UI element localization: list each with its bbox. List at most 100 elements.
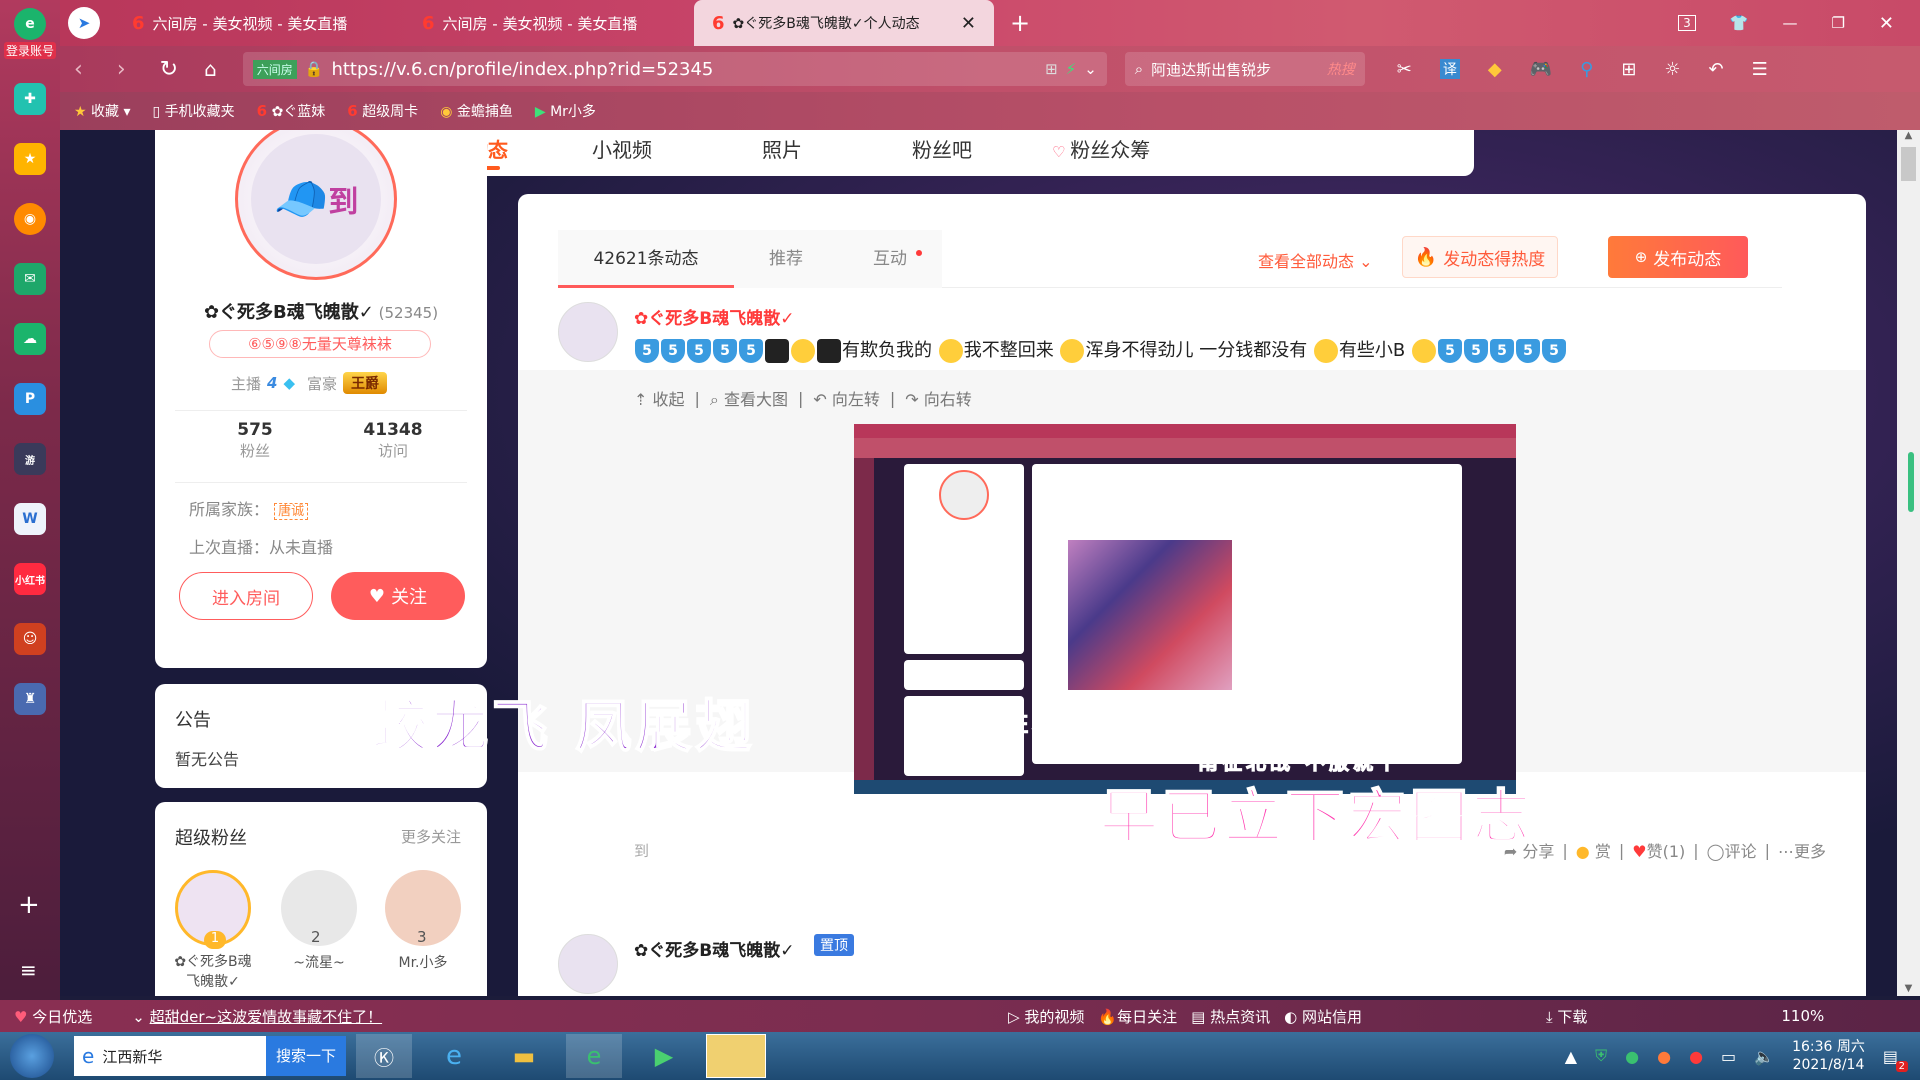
close-window-icon[interactable]: ✕ [1879,13,1894,34]
tray-expand-icon[interactable]: ▲ [1565,1047,1577,1066]
more-action[interactable]: ⋯更多 [1778,838,1826,862]
taskbar-search[interactable]: e 江西新华 搜索一下 [74,1036,346,1076]
rotate-left-action[interactable]: ↶ 向左转 [813,386,880,410]
translate-icon[interactable]: 译 [1439,59,1460,79]
feed-tab-all[interactable]: 42621条动态 [558,230,734,288]
more-menu-icon[interactable]: ☰ [1752,59,1768,80]
undo-icon[interactable]: ↶ [1709,59,1724,80]
gamepad-icon[interactable]: 🎮 [1530,59,1552,80]
news-ticker[interactable]: ⌄ 超甜der~这波爱情故事藏不住了！ [132,1006,382,1027]
xiaohongshu-icon[interactable]: 小红书 [14,563,46,595]
menu-icon[interactable]: ≡ [20,958,37,982]
post-author[interactable]: ✿ぐ死多B魂飞魄散✓ [634,936,794,961]
taskbar-app-chat[interactable] [706,1034,766,1078]
reward-action[interactable]: ● 赏 [1576,838,1611,862]
chevron-down-icon[interactable]: ⌄ [1084,60,1097,78]
new-tab-button[interactable]: + [1010,9,1030,37]
post-author[interactable]: ✿ぐ死多B魂飞魄散✓ [634,304,794,329]
view-large-action[interactable]: ⌕ 查看大图 [710,386,788,410]
fan-item[interactable]: 3 Mr.小多 [383,870,463,972]
site-credit-link[interactable]: ◐ 网站信用 [1284,1006,1362,1027]
tab-liujianfang-1[interactable]: 6 六间房 - 美女视频 - 美女直播 [114,0,404,46]
nav-tab-shortvideo[interactable]: 小视频 [592,134,762,163]
taskbar-app-ie[interactable]: e [426,1034,482,1078]
magnifier-icon[interactable]: ⚲ [1580,59,1593,80]
refresh-icon[interactable]: ↻ [160,57,178,82]
nav-tab-photos[interactable]: 照片 [762,134,912,163]
game-icon[interactable]: ☺ [14,623,46,655]
post-avatar[interactable] [558,934,618,994]
close-tab-icon[interactable]: ✕ [961,13,976,34]
send-icon[interactable]: ➤ [68,7,100,39]
bookmark-lanmei[interactable]: 6 ✿ぐ蓝妹 [257,101,326,121]
scroll-up-icon[interactable]: ▲ [1897,130,1920,141]
family-badge[interactable]: 唐诚 [274,503,309,520]
today-pick[interactable]: ♥ 今日优选 [14,1006,92,1027]
add-icon[interactable]: + [18,890,40,920]
login-label[interactable]: 登录账号 [4,42,56,59]
hot-news-link[interactable]: ▤ 热点资讯 [1191,1006,1270,1027]
publish-button[interactable]: ⊕ 发布动态 [1608,236,1748,278]
search-box[interactable]: ⌕ 阿迪达斯出售锐步 热搜 [1124,52,1365,86]
rotate-right-action[interactable]: ↷ 向右转 [905,386,972,410]
taskbar-app-k[interactable]: Ⓚ [356,1034,412,1078]
weibo-icon[interactable]: ◉ [14,203,46,235]
shield-icon[interactable]: ⛨ [1595,1046,1607,1066]
tab-liujianfang-2[interactable]: 6 六间房 - 美女视频 - 美女直播 [404,0,694,46]
bookmark-mrxiaoduo[interactable]: ▶ Mr小多 [535,101,596,121]
side-scroll-handle[interactable] [1908,452,1914,512]
clock[interactable]: 16:36 周六 2021/8/14 [1792,1038,1865,1074]
game-news-icon[interactable]: 游 [14,443,46,475]
address-bar[interactable]: 六间房 🔒 https://v.6.cn/profile/index.php?r… [242,52,1107,86]
collapse-action[interactable]: ⇡ 收起 [634,386,685,410]
fan-badge[interactable]: ⑥⑤⑨⑧无量天尊袜袜 [209,330,431,358]
bolt-icon[interactable]: ⚡ [1066,60,1077,78]
bookmark-mobile[interactable]: ▯ 手机收藏夹 [153,101,235,121]
favorites-icon[interactable]: ★ [14,143,46,175]
back-icon[interactable]: ‹ [74,57,83,82]
nav-tab-fanbar[interactable]: 粉丝吧 [912,134,1052,163]
fan-item[interactable]: 1 ✿ぐ死多B魂飞魄散✓ [173,870,253,992]
tray-app-icon[interactable]: ● [1689,1047,1703,1066]
url-text[interactable]: https://v.6.cn/profile/index.php?rid=523… [331,59,713,80]
fan-item[interactable]: 2 ~流星~ [279,870,359,972]
zoom-level[interactable]: 110% [1781,1007,1824,1025]
nav-tab-crowdfund[interactable]: ♡ 粉丝众筹 [1052,134,1252,163]
coin-icon[interactable]: ◆ [1488,59,1502,80]
brightness-icon[interactable]: ☼ [1664,59,1680,80]
daily-follow-link[interactable]: 🔥每日关注 [1098,1006,1177,1027]
my-video-link[interactable]: ▷ 我的视频 [1008,1006,1084,1027]
avatar[interactable]: 🧢 到 [235,130,397,280]
hot-post-button[interactable]: 🔥 发动态得热度 [1402,236,1558,278]
forward-icon[interactable]: › [117,57,126,82]
bookmark-super-card[interactable]: 6 超级周卡 [347,101,418,121]
taskbar-app-browser[interactable]: e [566,1034,622,1078]
post-image[interactable]: 南征北战 不服就干 南征北战 不服就干 [854,424,1516,794]
game2-icon[interactable]: ♜ [14,683,46,715]
plus-app-icon[interactable]: ✚ [14,83,46,115]
browser-logo-icon[interactable]: e [14,8,46,40]
search-button[interactable]: 搜索一下 [265,1036,346,1076]
apps-icon[interactable]: ⊞ [1621,59,1636,80]
scroll-down-icon[interactable]: ▼ [1897,983,1920,994]
more-follows-link[interactable]: 更多关注 [401,826,461,847]
network-icon[interactable]: ▭ [1721,1047,1736,1066]
feed-tab-interact[interactable]: 互动 [838,230,942,288]
enter-room-button[interactable]: 进入房间 [179,572,313,620]
cloud-icon[interactable]: ☁ [14,323,46,355]
scroll-thumb[interactable] [1901,147,1916,181]
taskbar-app-folder[interactable]: ▬ [496,1034,552,1078]
start-button[interactable] [10,1034,54,1078]
visits-stat[interactable]: 41348 访问 [333,420,453,461]
fans-stat[interactable]: 575 粉丝 [195,420,315,461]
tab-profile[interactable]: 6 ✿ぐ死多B魂飞魄散✓个人动态 ✕ [694,0,994,46]
home-icon[interactable]: ⌂ [204,57,217,81]
comment-action[interactable]: ◯评论 [1707,838,1757,862]
minimize-icon[interactable]: — [1782,14,1797,32]
volume-icon[interactable]: 🔈 [1754,1047,1774,1066]
follow-button[interactable]: ♥ 关注 [331,572,465,620]
tab-count-badge[interactable]: 3 [1678,15,1696,31]
view-all-dropdown[interactable]: 查看全部动态 ⌄ [1258,248,1373,272]
taskbar-app-player[interactable]: ▶ [636,1034,692,1078]
scissors-icon[interactable]: ✂ [1397,59,1412,80]
